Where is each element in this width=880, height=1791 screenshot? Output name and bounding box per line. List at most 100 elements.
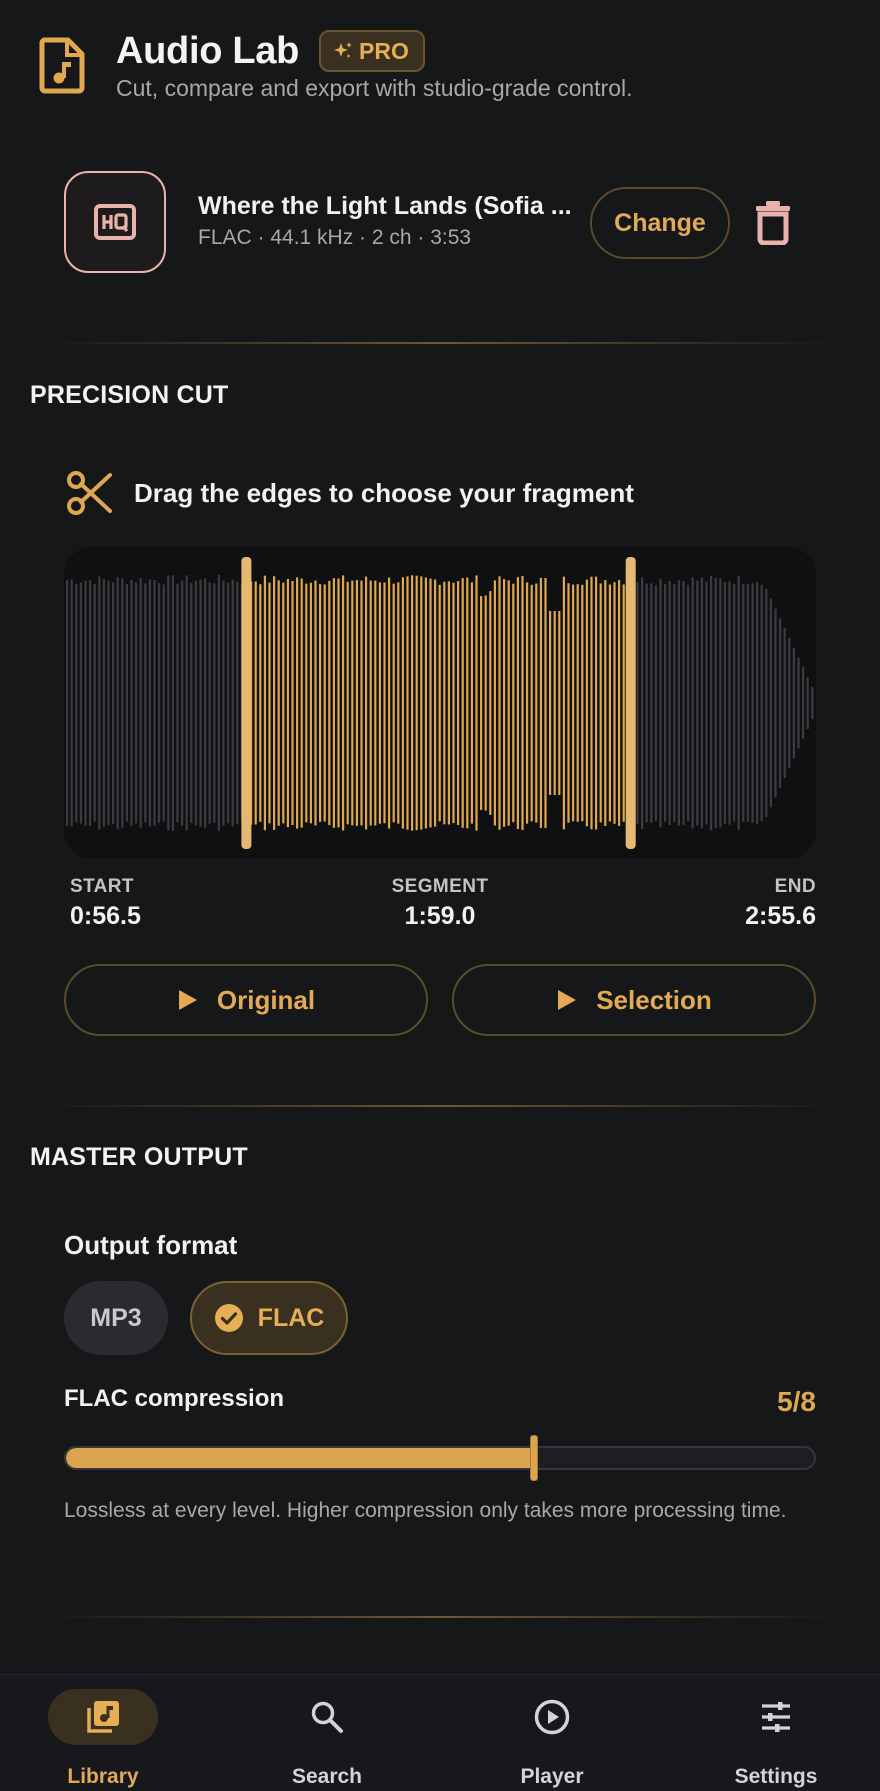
waveform-bar-selected bbox=[567, 583, 570, 823]
waveform-bar bbox=[217, 575, 220, 831]
waveform-bar-selected bbox=[507, 580, 510, 826]
waveform-bar-selected bbox=[263, 575, 266, 831]
waveform-bar bbox=[227, 582, 230, 824]
waveform-bar bbox=[112, 582, 115, 824]
waveform-bar-selected bbox=[342, 575, 345, 831]
format-chip-label: FLAC bbox=[257, 1303, 325, 1332]
waveform-bar bbox=[765, 588, 768, 818]
waveform-bar-selected bbox=[503, 579, 506, 827]
waveform-bar-selected bbox=[521, 576, 524, 830]
waveform-bar bbox=[710, 575, 713, 831]
waveform-bar bbox=[190, 583, 193, 823]
waveform-bar bbox=[93, 584, 96, 822]
section-divider bbox=[44, 342, 836, 344]
play-icon bbox=[178, 990, 197, 1010]
waveform-bar-selected bbox=[415, 575, 418, 831]
compression-slider-fill bbox=[66, 1448, 536, 1468]
waveform-bar bbox=[696, 580, 699, 826]
trash-icon[interactable] bbox=[754, 199, 792, 245]
waveform-bar-selected bbox=[355, 580, 358, 826]
waveform-bar-selected bbox=[282, 582, 285, 824]
sparkle-icon bbox=[334, 42, 352, 58]
waveform-bar-selected bbox=[530, 584, 533, 822]
nav-item-library[interactable]: Library bbox=[3, 1675, 203, 1791]
waveform-bar bbox=[167, 575, 170, 831]
section-divider bbox=[44, 1105, 836, 1107]
compression-value: 5/8 bbox=[777, 1386, 816, 1417]
compression-slider-thumb[interactable] bbox=[530, 1435, 538, 1481]
track-meta: FLAC · 44.1 kHz · 2 ch · 3:53 bbox=[198, 226, 472, 249]
waveform-bar bbox=[677, 580, 680, 826]
waveform-bar bbox=[135, 582, 138, 824]
cut-hint: Drag the edges to choose your fragment bbox=[66, 468, 634, 518]
nav-label: Settings bbox=[734, 1765, 818, 1788]
waveform-bar-selected bbox=[277, 580, 280, 826]
waveform-bar-selected bbox=[544, 578, 547, 828]
play-icon bbox=[558, 990, 577, 1010]
waveform-bar-selected bbox=[360, 580, 363, 826]
nav-icon-wrap bbox=[272, 1689, 382, 1745]
waveform-bar bbox=[153, 580, 156, 826]
waveform-bar-selected bbox=[558, 611, 561, 795]
play-selection-button[interactable]: Selection bbox=[452, 964, 816, 1036]
selection-start-handle[interactable] bbox=[241, 557, 252, 849]
waveform-bar bbox=[806, 677, 809, 729]
nav-active-indicator bbox=[48, 1689, 158, 1745]
waveform-bar bbox=[742, 584, 745, 822]
waveform-bar bbox=[208, 582, 211, 824]
waveform-bar bbox=[682, 580, 685, 826]
pro-badge-label: PRO bbox=[359, 37, 409, 64]
selection-end-handle[interactable] bbox=[625, 557, 636, 849]
waveform-bar-selected bbox=[273, 576, 276, 830]
cut-hint-text: Drag the edges to choose your fragment bbox=[134, 477, 634, 508]
waveform-bar-selected bbox=[526, 582, 529, 824]
waveform-bar bbox=[746, 584, 749, 822]
library-music-icon bbox=[87, 1701, 119, 1733]
waveform-bar-selected bbox=[332, 578, 335, 828]
waveform-bar bbox=[769, 598, 772, 808]
waveform-bar bbox=[733, 584, 736, 822]
waveform-bar-selected bbox=[429, 578, 432, 828]
waveform bbox=[66, 557, 814, 849]
waveform-bar-selected bbox=[351, 580, 354, 826]
waveform-bar-selected bbox=[549, 611, 552, 795]
play-original-label: Original bbox=[216, 984, 316, 1015]
waveform-bar bbox=[89, 579, 92, 826]
format-chip-flac[interactable]: FLAC bbox=[190, 1281, 348, 1355]
waveform-bar bbox=[130, 580, 133, 826]
waveform-bar bbox=[75, 583, 78, 823]
waveform-bar-selected bbox=[286, 579, 289, 828]
waveform-bar bbox=[668, 581, 671, 826]
waveform-bar-selected bbox=[401, 577, 404, 829]
waveform-bar-selected bbox=[512, 583, 515, 823]
waveform-bar bbox=[654, 585, 657, 821]
play-original-button[interactable]: Original bbox=[64, 964, 428, 1036]
nav-label: Library bbox=[67, 1765, 139, 1788]
change-track-button[interactable]: Change bbox=[590, 187, 730, 259]
waveform-bar-selected bbox=[411, 575, 414, 831]
format-chip-mp3[interactable]: MP3 bbox=[64, 1281, 168, 1355]
play-circle-icon bbox=[534, 1699, 570, 1735]
waveform-bar bbox=[783, 628, 786, 778]
waveform-bar-selected bbox=[604, 580, 607, 826]
end-value: 2:55.6 bbox=[745, 902, 816, 930]
waveform-bar bbox=[792, 647, 795, 759]
waveform-bar bbox=[714, 577, 717, 829]
waveform-bar bbox=[687, 584, 690, 822]
compression-note: Lossless at every level. Higher compress… bbox=[64, 1499, 787, 1522]
waveform-bar-selected bbox=[406, 576, 409, 830]
waveform-bar bbox=[779, 618, 782, 788]
check-circle-icon bbox=[214, 1304, 243, 1332]
format-chip-label: MP3 bbox=[90, 1303, 142, 1332]
nav-item-settings[interactable]: Settings bbox=[676, 1675, 876, 1791]
nav-item-player[interactable]: Player bbox=[452, 1675, 652, 1791]
waveform-bar-selected bbox=[369, 580, 372, 826]
waveform-bar bbox=[723, 582, 726, 824]
waveform-bar bbox=[636, 582, 639, 824]
waveform-bar-selected bbox=[576, 584, 579, 822]
waveform-bar bbox=[728, 581, 731, 825]
nav-item-search[interactable]: Search bbox=[227, 1675, 427, 1791]
app-title: Audio Lab bbox=[116, 30, 300, 72]
compression-slider[interactable] bbox=[64, 1446, 816, 1470]
waveform-editor[interactable] bbox=[64, 547, 816, 859]
